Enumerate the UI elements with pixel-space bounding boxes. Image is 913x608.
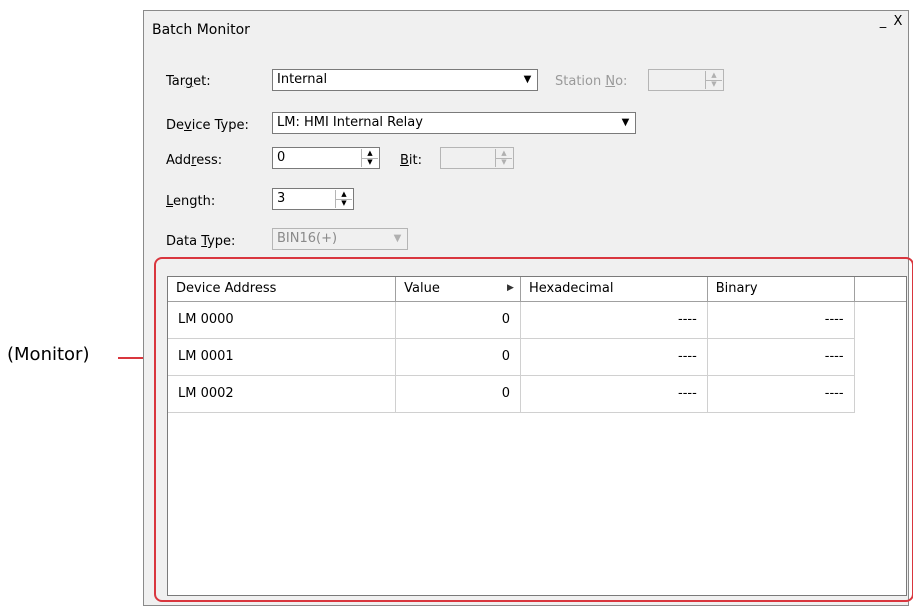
bit-label: Bit: [400,153,423,168]
window-title: Batch Monitor [152,22,250,38]
device-type-label: Device Type: [166,118,249,133]
bit-stepper[interactable]: ▲ ▼ [440,147,514,169]
spin-down-icon[interactable]: ▼ [496,158,512,167]
length-label: Length: [166,194,216,209]
chevron-down-icon: ▼ [523,74,532,85]
monitor-highlight-frame [154,257,913,602]
target-dropdown[interactable]: Internal ▼ [272,69,538,91]
length-value: 3 [277,191,286,206]
title-bar: Batch Monitor _ X [144,11,908,39]
target-label: Target: [166,74,211,89]
spin-down-icon[interactable]: ▼ [706,80,722,89]
station-no-label: Station No: [555,74,628,89]
close-button[interactable]: X [892,15,904,29]
monitor-callout-label: (Monitor) [7,344,90,365]
minimize-button[interactable]: _ [877,15,889,29]
spin-down-icon[interactable]: ▼ [362,158,378,167]
chevron-down-icon: ▼ [621,117,630,128]
spin-down-icon[interactable]: ▼ [336,199,352,208]
data-type-label: Data Type: [166,234,236,249]
target-value: Internal [277,72,328,87]
device-type-dropdown[interactable]: LM: HMI Internal Relay ▼ [272,112,636,134]
address-stepper[interactable]: 0 ▲ ▼ [272,147,380,169]
address-label: Address: [166,153,223,168]
data-type-value: BIN16(+) [277,231,338,246]
length-stepper[interactable]: 3 ▲ ▼ [272,188,354,210]
device-type-value: LM: HMI Internal Relay [277,115,423,130]
data-type-dropdown[interactable]: BIN16(+) ▼ [272,228,408,250]
address-value: 0 [277,150,286,165]
station-no-stepper[interactable]: ▲ ▼ [648,69,724,91]
chevron-down-icon: ▼ [393,233,402,244]
